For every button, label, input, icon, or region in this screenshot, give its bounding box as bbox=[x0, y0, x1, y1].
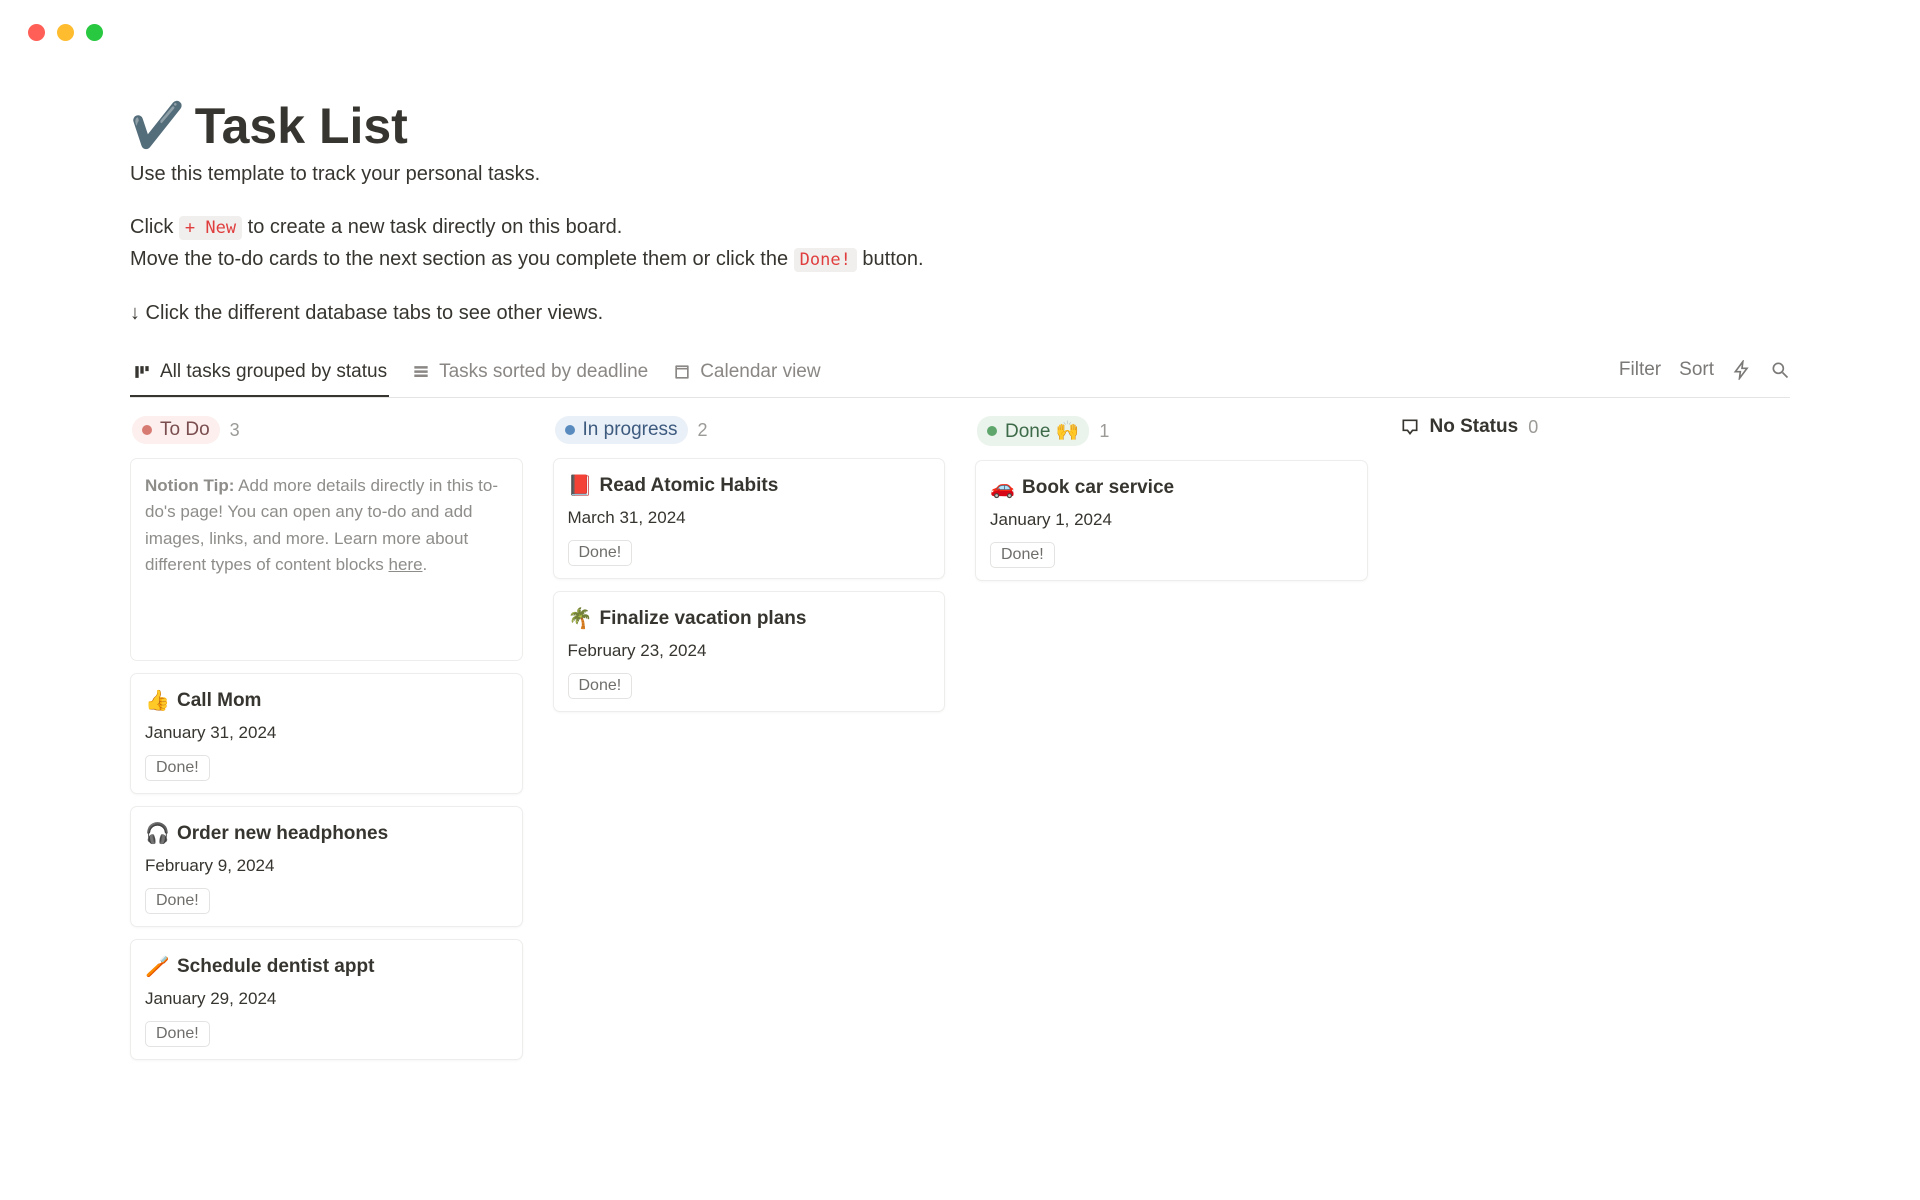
status-label: To Do bbox=[160, 419, 210, 441]
card-icon: 🎧 bbox=[145, 821, 167, 846]
page-title-text: Task List bbox=[195, 97, 408, 155]
tip-body-end: . bbox=[423, 555, 428, 574]
column-header-done[interactable]: Done 🙌 1 bbox=[977, 416, 1368, 446]
instructions: Click + New to create a new task directl… bbox=[130, 212, 1790, 274]
tab-label: Tasks sorted by deadline bbox=[439, 361, 648, 383]
status-chip-inprogress: In progress bbox=[555, 416, 688, 444]
done-code-chip: Done! bbox=[794, 248, 857, 272]
status-label: No Status bbox=[1430, 416, 1519, 438]
card-schedule-dentist[interactable]: 🪥 Schedule dentist appt January 29, 2024… bbox=[130, 939, 523, 1060]
card-date: March 31, 2024 bbox=[568, 508, 931, 528]
filter-button[interactable]: Filter bbox=[1619, 359, 1661, 381]
instruction-text: to create a new task directly on this bo… bbox=[248, 216, 623, 238]
tip-link[interactable]: here bbox=[389, 555, 423, 574]
status-chip-todo: To Do bbox=[132, 416, 220, 444]
column-header-nostatus[interactable]: No Status 0 bbox=[1400, 416, 1791, 438]
done-button[interactable]: Done! bbox=[568, 540, 633, 566]
status-dot-icon bbox=[142, 425, 152, 435]
window-maximize-button[interactable] bbox=[86, 24, 103, 41]
card-title-text: Read Atomic Habits bbox=[600, 475, 779, 497]
tab-label: All tasks grouped by status bbox=[160, 361, 387, 383]
status-dot-icon bbox=[565, 425, 575, 435]
tab-label: Calendar view bbox=[700, 361, 820, 383]
board-icon bbox=[132, 362, 152, 382]
status-chip-done: Done 🙌 bbox=[977, 416, 1089, 446]
card-order-headphones[interactable]: 🎧 Order new headphones February 9, 2024 … bbox=[130, 806, 523, 927]
instruction-text: Click bbox=[130, 216, 173, 238]
card-date: January 31, 2024 bbox=[145, 723, 508, 743]
card-title-text: Schedule dentist appt bbox=[177, 956, 374, 978]
window-close-button[interactable] bbox=[28, 24, 45, 41]
card-title-text: Order new headphones bbox=[177, 823, 388, 845]
card-book-car-service[interactable]: 🚗 Book car service January 1, 2024 Done! bbox=[975, 460, 1368, 581]
card-date: January 29, 2024 bbox=[145, 989, 508, 1009]
column-count: 3 bbox=[230, 420, 240, 441]
column-in-progress: In progress 2 📕 Read Atomic Habits March… bbox=[553, 416, 946, 1072]
column-done: Done 🙌 1 🚗 Book car service January 1, 2… bbox=[975, 416, 1368, 1072]
table-icon bbox=[411, 362, 431, 382]
done-button[interactable]: Done! bbox=[990, 542, 1055, 568]
card-icon: 🪥 bbox=[145, 954, 167, 979]
calendar-icon bbox=[672, 362, 692, 382]
done-button[interactable]: Done! bbox=[145, 888, 210, 914]
done-button[interactable]: Done! bbox=[145, 755, 210, 781]
card-icon: 🚗 bbox=[990, 475, 1012, 500]
column-count: 2 bbox=[698, 420, 708, 441]
column-header-inprogress[interactable]: In progress 2 bbox=[555, 416, 946, 444]
page-title: ✔️ Task List bbox=[130, 97, 1790, 155]
column-count: 0 bbox=[1528, 417, 1538, 438]
card-date: February 23, 2024 bbox=[568, 641, 931, 661]
card-finalize-vacation[interactable]: 🌴 Finalize vacation plans February 23, 2… bbox=[553, 591, 946, 712]
sort-button[interactable]: Sort bbox=[1679, 359, 1714, 381]
card-read-atomic-habits[interactable]: 📕 Read Atomic Habits March 31, 2024 Done… bbox=[553, 458, 946, 579]
database-header: All tasks grouped by status Tasks sorted… bbox=[130, 353, 1790, 398]
status-label: In progress bbox=[583, 419, 678, 441]
card-title-text: Finalize vacation plans bbox=[600, 608, 807, 630]
new-code-chip: + New bbox=[179, 216, 242, 240]
window-controls bbox=[0, 0, 1920, 41]
tab-calendar-view[interactable]: Calendar view bbox=[670, 353, 822, 397]
status-label: Done 🙌 bbox=[1005, 419, 1079, 443]
database-actions: Filter Sort bbox=[1619, 359, 1790, 391]
card-icon: 📕 bbox=[568, 473, 590, 498]
views-hint: ↓ Click the different database tabs to s… bbox=[130, 302, 1790, 325]
card-date: January 1, 2024 bbox=[990, 510, 1353, 530]
card-call-mom[interactable]: 👍 Call Mom January 31, 2024 Done! bbox=[130, 673, 523, 794]
page-subtitle: Use this template to track your personal… bbox=[130, 163, 1790, 186]
automations-icon[interactable] bbox=[1732, 360, 1752, 380]
tab-grouped-by-status[interactable]: All tasks grouped by status bbox=[130, 353, 389, 397]
done-button[interactable]: Done! bbox=[568, 673, 633, 699]
instruction-text: Move the to-do cards to the next section… bbox=[130, 248, 788, 270]
instruction-text: button. bbox=[862, 248, 923, 270]
inbox-icon bbox=[1400, 417, 1420, 437]
column-no-status: No Status 0 bbox=[1398, 416, 1791, 1072]
column-header-todo[interactable]: To Do 3 bbox=[132, 416, 523, 444]
status-dot-icon bbox=[987, 426, 997, 436]
tip-lead: Notion Tip: bbox=[145, 476, 234, 495]
card-title-text: Book car service bbox=[1022, 477, 1174, 499]
kanban-board: To Do 3 Notion Tip: Add more details dir… bbox=[130, 416, 1790, 1072]
card-date: February 9, 2024 bbox=[145, 856, 508, 876]
card-icon: 🌴 bbox=[568, 606, 590, 631]
page-title-icon: ✔️ bbox=[130, 104, 185, 148]
card-title-text: Call Mom bbox=[177, 690, 261, 712]
view-tabs: All tasks grouped by status Tasks sorted… bbox=[130, 353, 823, 397]
column-count: 1 bbox=[1099, 421, 1109, 442]
search-icon[interactable] bbox=[1770, 360, 1790, 380]
window-minimize-button[interactable] bbox=[57, 24, 74, 41]
tab-sorted-by-deadline[interactable]: Tasks sorted by deadline bbox=[409, 353, 650, 397]
done-button[interactable]: Done! bbox=[145, 1021, 210, 1047]
tip-card[interactable]: Notion Tip: Add more details directly in… bbox=[130, 458, 523, 661]
card-icon: 👍 bbox=[145, 688, 167, 713]
column-todo: To Do 3 Notion Tip: Add more details dir… bbox=[130, 416, 523, 1072]
